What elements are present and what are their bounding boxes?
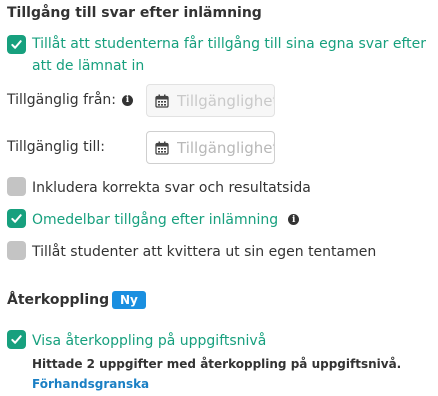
show-task-feedback-label: Visa återkoppling på uppgiftsnivå [32,333,267,349]
include-correct-checkbox[interactable] [7,177,26,196]
check-icon [11,214,22,223]
check-icon [11,40,22,49]
new-badge: Ny [112,291,146,309]
check-icon [11,335,22,344]
available-from-input-box[interactable] [146,84,275,117]
calendar-icon [155,94,169,108]
available-to-input-box[interactable] [146,131,275,164]
immediate-access-checkbox-row[interactable]: Omedelbar tillgång efter inlämning i [7,209,300,231]
available-from-label: Tillgänglig från: [7,92,116,108]
allow-access-checkbox[interactable] [7,35,26,54]
available-to-label-row: Tillgänglig till: [7,139,105,155]
allow-acknowledge-label: Tillåt studenter att kvittera ut sin ege… [32,244,377,260]
available-from-input[interactable] [177,91,274,110]
show-task-feedback-checkbox[interactable] [7,330,26,349]
info-icon[interactable]: i [122,94,133,106]
available-to-label: Tillgänglig till: [7,139,106,155]
allow-access-label: Tillåt att studenterna får tillgång till… [32,36,427,74]
include-correct-checkbox-row[interactable]: Inkludera korrekta svar och resultatsida [7,177,311,199]
available-to-input[interactable] [177,138,274,157]
section-title-access: Tillgång till svar efter inlämning [7,5,262,21]
allow-acknowledge-checkbox[interactable] [7,241,26,260]
include-correct-label: Inkludera korrekta svar och resultatsida [32,180,311,196]
calendar-icon [155,141,169,155]
immediate-access-checkbox[interactable] [7,209,26,228]
found-tasks-text: Hittade 2 uppgifter med återkoppling på … [32,357,402,371]
allow-access-checkbox-row[interactable]: Tillåt att studenterna får tillgång till… [7,35,437,77]
immediate-access-label: Omedelbar tillgång efter inlämning [32,212,279,228]
allow-acknowledge-checkbox-row[interactable]: Tillåt studenter att kvittera ut sin ege… [7,241,376,263]
info-icon[interactable]: i [288,214,300,225]
available-from-label-row: Tillgänglig från: i [7,92,133,108]
preview-link[interactable]: Förhandsgranska [32,377,149,391]
show-task-feedback-checkbox-row[interactable]: Visa återkoppling på uppgiftsnivå [7,330,266,352]
section-title-feedback: Återkoppling [7,292,110,308]
